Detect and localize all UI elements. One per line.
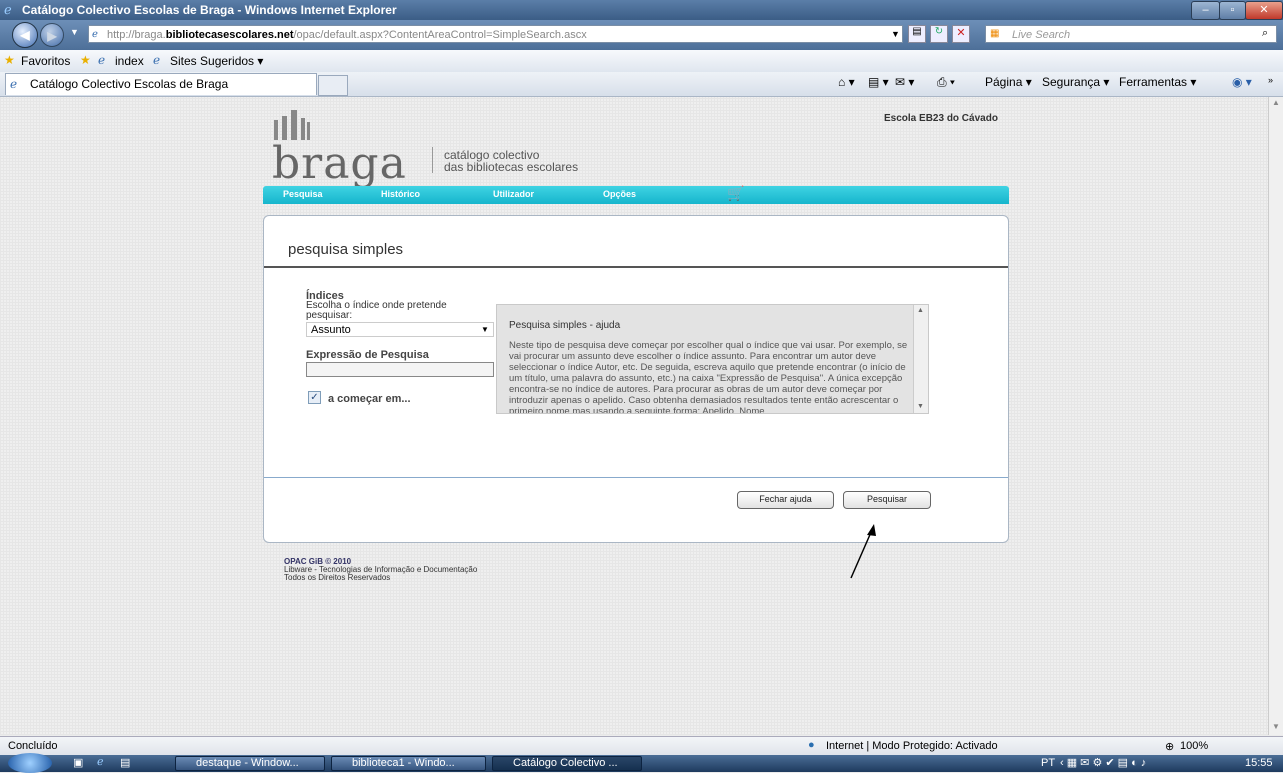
scroll-up-icon[interactable]: ▲	[1272, 98, 1280, 107]
ie-icon: ℯ	[153, 53, 161, 67]
new-tab-button[interactable]	[318, 75, 348, 96]
expression-input[interactable]	[306, 362, 494, 377]
window-titlebar: ℯ Catálogo Colectivo Escolas de Braga - …	[0, 0, 1283, 20]
window-title: Catálogo Colectivo Escolas de Braga - Wi…	[22, 3, 397, 17]
security-menu[interactable]: Segurança ▾	[1042, 75, 1109, 89]
favorites-star-icon: ★	[4, 53, 15, 67]
footer: OPAC GiB © 2010 Libware - Tecnologias de…	[284, 558, 477, 582]
search-icon[interactable]: ⌕	[1262, 27, 1268, 40]
home-icon[interactable]: ⌂ ▾	[838, 75, 855, 89]
arrow-annotation-icon	[850, 524, 876, 579]
help-title: Pesquisa simples - ajuda	[509, 320, 621, 331]
ie-logo-icon: ℯ	[4, 2, 12, 17]
index-select[interactable]: Assunto	[306, 322, 494, 337]
print-icon[interactable]: ⎙ ▾	[937, 75, 955, 90]
page-title: pesquisa simples	[288, 241, 404, 258]
page-icon: ℯ	[92, 29, 98, 40]
close-button[interactable]: ✕	[1245, 1, 1283, 20]
starts-with-label: a começar em...	[328, 393, 411, 405]
history-dropdown-icon[interactable]: ▼	[70, 27, 79, 37]
back-button[interactable]: ◀	[12, 22, 38, 48]
stop-icon[interactable]: ✕	[952, 25, 970, 43]
tab-page-icon: ℯ	[10, 77, 18, 91]
show-desktop-icon[interactable]: ▣	[73, 756, 83, 769]
zoom-icon[interactable]: ⊕	[1165, 740, 1174, 753]
tray-icons[interactable]: ‹ ▦ ✉ ⚙ ✔ ▤ ◐ ♪	[1060, 756, 1146, 769]
help-text: Neste tipo de pesquisa deve começar por …	[509, 340, 908, 414]
starts-with-checkbox[interactable]: ✓	[308, 391, 321, 404]
close-help-button[interactable]: Fechar ajuda	[737, 491, 834, 509]
main-menu: Pesquisa Histórico Utilizador Opções 🛒	[263, 185, 1009, 204]
index-description: Escolha o índice onde pretende pesquisar:	[306, 300, 447, 321]
help-icon[interactable]: ◉ ▾	[1232, 75, 1252, 89]
scroll-down-icon[interactable]: ▼	[917, 403, 924, 410]
help-box: Pesquisa simples - ajuda Neste tipo de p…	[496, 304, 929, 414]
chevron-down-icon[interactable]: ▼	[481, 325, 489, 334]
tools-menu[interactable]: Ferramentas ▾	[1119, 75, 1196, 89]
tab-current[interactable]: Catálogo Colectivo Escolas de Braga	[5, 73, 317, 95]
explorer-quicklaunch-icon[interactable]: ▤	[120, 756, 130, 769]
address-dropdown-icon[interactable]: ▼	[891, 29, 900, 39]
vertical-scrollbar[interactable]: ▲ ▼	[1268, 97, 1283, 735]
address-toolbar: ◀ ▶ ▼ http://braga.bibliotecasescolares.…	[0, 20, 1283, 50]
scroll-up-icon[interactable]: ▲	[917, 307, 924, 314]
add-favorites-icon[interactable]: ★	[80, 53, 91, 67]
minimize-button[interactable]: –	[1191, 1, 1220, 20]
ie-quicklaunch-icon[interactable]: ℯ	[97, 755, 104, 768]
taskbar-task[interactable]: biblioteca1 - Windo...	[331, 756, 486, 771]
clock[interactable]: 15:55	[1245, 757, 1273, 769]
form-divider	[264, 477, 1008, 478]
zoom-level[interactable]: 100%	[1180, 740, 1208, 752]
page-menu[interactable]: Página ▾	[985, 75, 1032, 89]
braga-logo: braga	[272, 138, 407, 189]
logo-divider	[432, 147, 433, 173]
taskbar-task-active[interactable]: Catálogo Colectivo ...	[492, 756, 642, 771]
scroll-down-icon[interactable]: ▼	[1272, 722, 1280, 731]
forward-button[interactable]: ▶	[40, 23, 64, 47]
globe-icon: ●	[808, 739, 815, 751]
braga-tower-logo-icon	[274, 110, 310, 140]
footer-rights: Todos os Direitos Reservados	[284, 573, 391, 582]
feeds-icon[interactable]: ▤ ▾	[868, 75, 889, 89]
menu-historico[interactable]: Histórico	[381, 189, 420, 199]
security-zone[interactable]: Internet | Modo Protegido: Activado	[826, 740, 998, 752]
menu-pesquisa[interactable]: Pesquisa	[283, 189, 323, 199]
compat-view-icon[interactable]: ▤	[908, 25, 926, 43]
chevron-more-icon[interactable]: »	[1268, 75, 1273, 85]
favorite-link-index[interactable]: index	[115, 54, 144, 68]
expression-label: Expressão de Pesquisa	[306, 349, 429, 361]
live-search-logo-icon: ▦	[990, 28, 1000, 39]
language-indicator[interactable]: PT	[1041, 757, 1055, 769]
refresh-icon[interactable]: ↻	[930, 25, 948, 43]
taskbar: ▣ ℯ ▤ destaque - Window... biblioteca1 -…	[0, 753, 1283, 773]
menu-utilizador[interactable]: Utilizador	[493, 189, 534, 199]
favorites-bar: ★ Favoritos ★ ℯ index ℯ Sites Sugeridos …	[0, 50, 1283, 73]
help-scrollbar[interactable]: ▲ ▼	[913, 305, 928, 413]
suggested-sites-link[interactable]: Sites Sugeridos ▾	[170, 54, 263, 68]
search-button[interactable]: Pesquisar	[843, 491, 931, 509]
status-bar: Concluído ● Internet | Modo Protegido: A…	[0, 736, 1283, 756]
status-text: Concluído	[8, 740, 58, 752]
menu-opcoes[interactable]: Opções	[603, 189, 636, 199]
favorites-button[interactable]: Favoritos	[21, 54, 70, 68]
catalog-subtitle: catálogo colectivo das bibliotecas escola…	[444, 148, 579, 174]
title-divider	[264, 266, 1008, 268]
page-icon: ℯ	[98, 53, 106, 67]
maximize-button[interactable]: ▫	[1219, 1, 1246, 20]
address-input[interactable]: http://braga.bibliotecasescolares.net/op…	[88, 25, 903, 43]
live-search-input[interactable]: Live Search	[985, 25, 1277, 43]
start-button[interactable]	[8, 753, 52, 773]
mail-icon[interactable]: ✉ ▾	[895, 75, 914, 89]
school-name: Escola EB23 do Cávado	[884, 113, 998, 124]
taskbar-task[interactable]: destaque - Window...	[175, 756, 325, 771]
cart-icon[interactable]: 🛒	[727, 185, 744, 202]
